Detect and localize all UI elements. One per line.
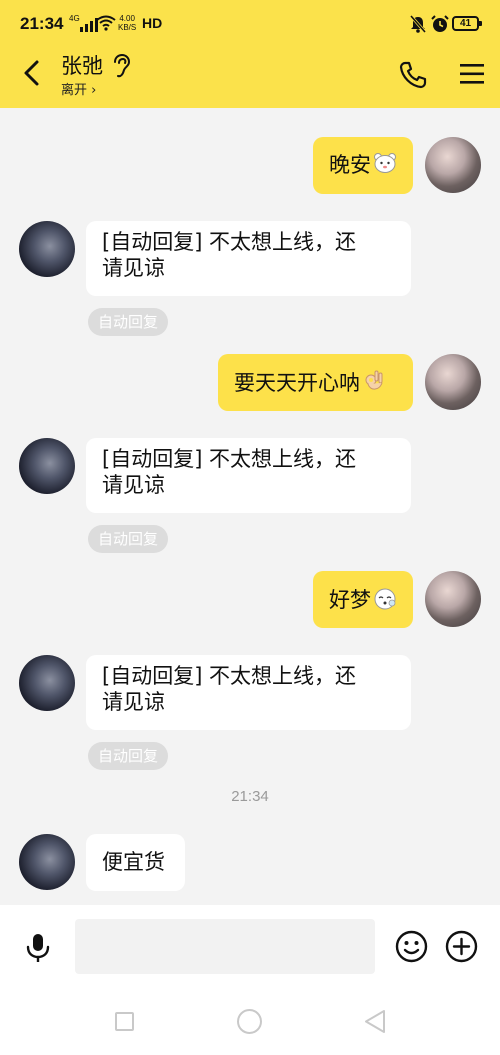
message-input[interactable] [75,919,375,974]
contact-avatar[interactable] [19,834,75,890]
alarm-icon [431,15,449,32]
sleepy-emoji [373,586,397,616]
contact-status[interactable]: 离开 › [61,79,96,98]
nav-back-icon[interactable] [363,1009,387,1034]
hd-indicator: HD [142,15,163,31]
ok-hand-emoji [362,369,386,399]
my-avatar[interactable] [425,137,481,193]
auto-reply-tag: 自动回复 [88,525,169,553]
menu-icon[interactable] [459,62,485,86]
plus-icon[interactable] [445,930,478,963]
network-type: 4G [69,14,80,23]
battery-indicator: 41 [452,16,482,31]
message-timestamp: 21:34 [231,788,269,805]
contact-name[interactable]: 张弛 [61,50,103,80]
phone-icon[interactable] [398,60,428,90]
smile-icon[interactable] [395,930,428,963]
auto-reply-tag: 自动回复 [88,308,169,336]
message-bubble-sent[interactable]: 晚安 [313,137,413,194]
auto-reply-tag: 自动回复 [88,742,169,770]
network-speed: 4.00 KB/S [118,14,137,32]
message-bubble-sent[interactable]: 要天天开心呐 [218,354,413,411]
message-bubble-received[interactable]: [自动回复] 不太想上线，还 请见谅 [86,438,411,513]
message-bubble-received[interactable]: [自动回复] 不太想上线，还 请见谅 [86,655,411,730]
ear-icon [114,53,131,78]
contact-avatar[interactable] [19,221,75,277]
contact-avatar[interactable] [19,655,75,711]
recent-apps-button[interactable] [115,1012,134,1031]
microphone-icon[interactable] [23,932,53,964]
message-bubble-received[interactable]: 便宜货 [86,834,185,891]
back-arrow-icon[interactable] [18,58,48,88]
my-avatar[interactable] [425,571,481,627]
contact-avatar[interactable] [19,438,75,494]
my-avatar[interactable] [425,354,481,410]
message-bubble-sent[interactable]: 好梦 [313,571,413,628]
status-time: 21:34 [20,14,64,33]
status-bar: 21:34 4G 4.00 KB/S HD 41 [0,0,500,48]
mute-bell-icon [410,15,426,33]
bear-emoji [373,152,397,180]
home-button[interactable] [237,1009,262,1034]
message-bubble-received[interactable]: [自动回复] 不太想上线，还 请见谅 [86,221,411,296]
wifi-icon [96,15,116,31]
